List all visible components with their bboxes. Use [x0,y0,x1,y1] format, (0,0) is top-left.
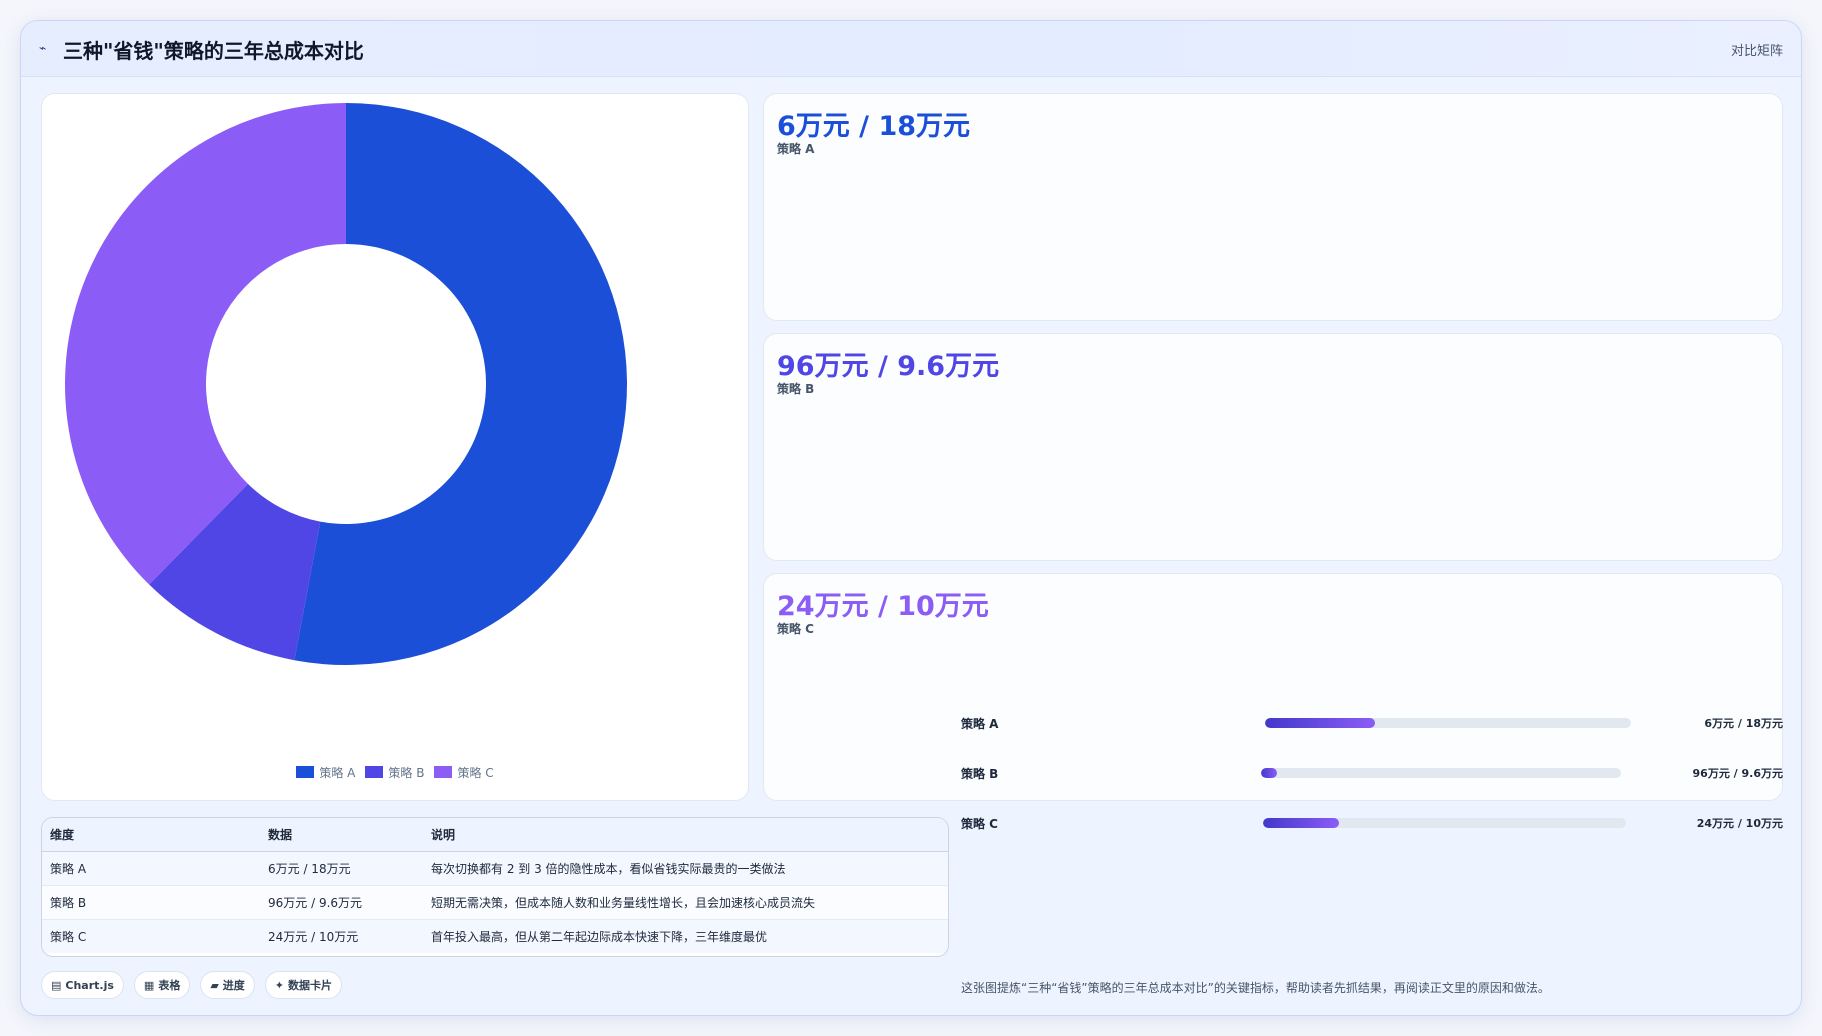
chip-chartjs[interactable]: ▤ Chart.js [41,971,124,999]
feature-chips: ▤ Chart.js ▦ 表格 ▰ 进度 ✦ 数据卡片 [41,971,343,999]
stat-value-a: 6万元 / 18万元 [777,111,971,142]
chip-table[interactable]: ▦ 表格 [133,971,191,999]
column-header-data: 数据 [260,818,423,852]
progress-icon: ▰ [210,978,219,992]
legend-label-c: 策略 C [457,765,494,780]
legend-item-b[interactable]: 策略 B [365,762,424,782]
table-icon: ▦ [143,978,155,992]
slice-strategy-c[interactable] [64,103,346,585]
column-header-note: 说明 [423,818,948,852]
donut-chart-card: 策略 A 策略 B 策略 C [41,93,749,801]
legend-item-a[interactable]: 策略 A [296,762,355,782]
progress-label-c: 策略 C [961,817,998,831]
progress-row-c: 策略 C 24万元 / 10万元 [961,811,1801,835]
legend-label-b: 策略 B [388,765,425,780]
progress-fill-b [1261,768,1278,778]
cell-dimension: 策略 A [42,851,260,886]
table-row: 策略 C 24万元 / 10万元 首年投入最高，但从第二年起边际成本快速下降，三… [42,919,948,953]
cell-dimension: 策略 C [42,919,260,953]
table-header-row: 维度 数据 说明 [42,818,948,852]
progress-fill-a [1265,718,1375,728]
stat-label-a: 策略 A [777,142,815,156]
progress-value-c: 24万元 / 10万元 [1696,817,1783,830]
stat-value-b: 96万元 / 9.6万元 [777,351,1000,382]
progress-value-a: 6万元 / 18万元 [1704,717,1783,730]
progress-track-b [1261,768,1621,778]
stat-card-a: 6万元 / 18万元 策略 A [763,93,1783,321]
chip-label: 表格 [158,979,181,992]
chip-label: 数据卡片 [288,979,333,992]
progress-label-a: 策略 A [961,717,999,731]
legend-label-a: 策略 A [319,765,356,780]
legend-item-c[interactable]: 策略 C [434,762,494,782]
cell-note: 每次切换都有 2 到 3 倍的隐性成本，看似省钱实际最贵的一类做法 [423,851,948,886]
trend-icon: ⌁ [39,41,47,55]
progress-row-a: 策略 A 6万元 / 18万元 [961,711,1801,735]
cell-data: 96万元 / 9.6万元 [260,885,423,920]
progress-row-b: 策略 B 96万元 / 9.6万元 [961,761,1801,785]
chip-progress[interactable]: ▰ 进度 [200,971,255,999]
stat-label-b: 策略 B [777,382,815,396]
chip-data-cards[interactable]: ✦ 数据卡片 [264,971,343,999]
cell-data: 6万元 / 18万元 [260,851,423,886]
footnote: 这张图提炼“三种“省钱”策略的三年总成本对比”的关键指标，帮助读者先抓结果，再阅… [961,981,1550,995]
page-title: 三种"省钱"策略的三年总成本对比 [63,39,364,63]
progress-fill-c [1263,818,1340,828]
progress-value-b: 96万元 / 9.6万元 [1692,767,1783,780]
donut-chart [64,103,627,665]
panel-header: ⌁ 三种"省钱"策略的三年总成本对比 对比矩阵 [21,21,1801,77]
chip-label: 进度 [222,979,245,992]
chart-icon: ▤ [51,978,62,992]
sparkle-icon: ✦ [274,978,285,992]
stat-value-c: 24万元 / 10万元 [777,591,989,622]
progress-track-a [1265,718,1631,728]
column-header-dimension: 维度 [42,818,260,852]
progress-label-b: 策略 B [961,767,999,781]
cell-note: 短期无需决策，但成本随人数和业务量线性增长，且会加速核心成员流失 [423,885,948,920]
table-row: 策略 A 6万元 / 18万元 每次切换都有 2 到 3 倍的隐性成本，看似省钱… [42,851,948,886]
cell-note: 首年投入最高，但从第二年起边际成本快速下降，三年维度最优 [423,919,948,953]
legend-swatch-c [434,766,453,778]
report-panel: ⌁ 三种"省钱"策略的三年总成本对比 对比矩阵 策略 A 策略 B 策略 C 6… [20,20,1802,1016]
progress-track-c [1263,818,1626,828]
legend-swatch-b [365,766,384,778]
chip-label: Chart.js [65,978,114,992]
table-row: 策略 B 96万元 / 9.6万元 短期无需决策，但成本随人数和业务量线性增长，… [42,885,948,920]
cell-data: 24万元 / 10万元 [260,919,423,953]
stat-card-b: 96万元 / 9.6万元 策略 B [763,333,1783,561]
chart-legend: 策略 A 策略 B 策略 C [42,762,748,782]
stat-label-c: 策略 C [777,622,814,636]
legend-swatch-a [296,766,315,778]
cell-dimension: 策略 B [42,885,260,920]
comparison-table: 维度 数据 说明 策略 A 6万元 / 18万元 每次切换都有 2 到 3 倍的… [41,817,949,957]
header-badge: 对比矩阵 [1730,44,1783,59]
